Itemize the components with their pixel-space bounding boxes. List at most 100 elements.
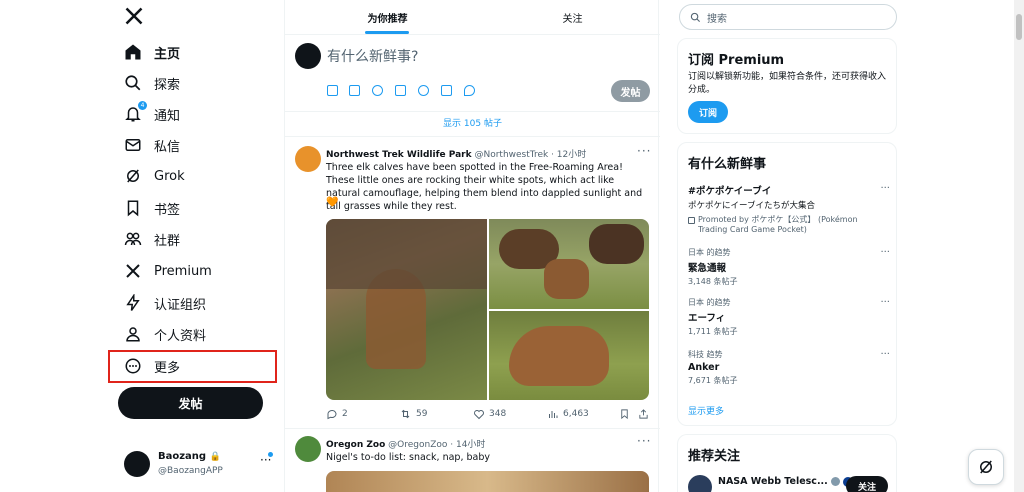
trend-count: 1,711 条帖子 <box>688 327 738 336</box>
tweet-photo[interactable] <box>326 471 649 492</box>
retweet-action[interactable]: 59 <box>399 408 427 420</box>
x-logo-icon[interactable] <box>124 6 146 28</box>
more-dots-icon[interactable]: ··· <box>880 247 890 258</box>
sidebar-item-communities[interactable]: 社群 <box>124 225 180 253</box>
premium-desc: 订阅以解锁新功能，如果符合条件，还可获得收入分成。 <box>688 72 887 95</box>
sidebar-item-home[interactable]: 主页 <box>124 38 180 66</box>
sidebar-item-label: Grok <box>154 168 185 184</box>
sidebar-item-messages[interactable]: 私信 <box>124 131 180 159</box>
retweet-icon <box>401 409 410 419</box>
views-action[interactable]: 6,463 <box>547 408 589 420</box>
trends-show-more[interactable]: 显示更多 <box>688 404 724 417</box>
grok-icon <box>980 460 992 474</box>
sidebar-item-notifications[interactable]: 4 通知 <box>124 100 180 128</box>
gif-icon[interactable] <box>349 85 360 96</box>
tweet-time[interactable]: · 12小时 <box>551 150 586 160</box>
tweet-photo-elk-calf[interactable] <box>326 219 487 400</box>
trends-card: 有什么新鲜事 #ポケポケイーブイ ポケポケにイーブイたちが大集合 Promote… <box>677 142 897 426</box>
tweet-author[interactable]: Oregon Zoo <box>326 440 385 450</box>
avatar <box>124 451 150 477</box>
sidebar-item-premium[interactable]: Premium <box>124 257 212 285</box>
premium-card: 订阅 Premium 订阅以解锁新功能，如果符合条件，还可获得收入分成。 订阅 <box>677 38 897 134</box>
search-input[interactable]: 搜索 <box>679 4 897 30</box>
sidebar-item-verified-orgs[interactable]: 认证组织 <box>124 289 206 317</box>
bookmark-action[interactable] <box>619 408 630 420</box>
like-action[interactable]: 348 <box>473 408 506 420</box>
trend-item[interactable]: 日本 的趋势 エーフィ 1,711 条帖子 ··· <box>688 297 890 337</box>
tweet-handle[interactable]: @OregonZoo <box>388 440 447 450</box>
post-button[interactable]: 发帖 <box>118 387 263 419</box>
tweet-photo-elk-pair[interactable] <box>489 219 649 309</box>
divider <box>285 34 660 35</box>
sidebar-item-label: Premium <box>154 263 212 279</box>
subscribe-button[interactable]: 订阅 <box>688 101 728 123</box>
follow-suggestion-name[interactable]: NASA Webb Telesc... <box>718 476 828 487</box>
tweet-photo-calf-resting[interactable] <box>489 311 649 400</box>
scrollbar-thumb[interactable] <box>1016 14 1022 40</box>
avatar[interactable] <box>295 43 321 69</box>
avatar[interactable] <box>295 146 321 172</box>
search-placeholder: 搜索 <box>707 13 727 25</box>
more-dots-icon[interactable]: ··· <box>880 297 890 308</box>
more-dots-icon[interactable]: ··· <box>637 144 651 158</box>
trend-name: 緊急通報 <box>688 263 727 274</box>
grok-icon <box>124 167 142 185</box>
scrollbar[interactable] <box>1014 0 1024 492</box>
trend-item[interactable]: 科技 趋势 Anker 7,671 条帖子 ··· <box>688 349 890 386</box>
avatar[interactable] <box>688 475 712 492</box>
lightning-icon <box>124 294 142 312</box>
grok-float-button[interactable] <box>968 449 1004 485</box>
orange-heart-emoji: 🧡 <box>326 197 339 208</box>
sidebar-item-bookmarks[interactable]: 书签 <box>124 194 180 222</box>
compose-post-button[interactable]: 发帖 <box>611 80 650 102</box>
sidebar-item-label: 通知 <box>154 108 181 124</box>
trend-hashtag: #ポケポケイーブイ <box>688 186 772 197</box>
x-icon <box>124 262 142 280</box>
sidebar-item-explore[interactable]: 探索 <box>124 69 180 97</box>
promoted-icon <box>688 217 695 224</box>
account-switcher[interactable]: Baozang 🔒 @BaozangAPP ··· <box>124 449 284 481</box>
follow-button[interactable]: 关注 <box>846 476 888 492</box>
avatar[interactable] <box>295 436 321 462</box>
divider <box>285 136 660 137</box>
poll-icon[interactable] <box>395 85 406 96</box>
trend-count: 3,148 条帖子 <box>688 277 738 286</box>
sidebar-item-label: 个人资料 <box>154 328 207 344</box>
more-dots-icon[interactable]: ··· <box>880 349 890 360</box>
right-sidebar: 搜索 订阅 Premium 订阅以解锁新功能，如果符合条件，还可获得收入分成。 … <box>659 0 1024 492</box>
person-icon <box>124 325 142 343</box>
compose-input[interactable]: 有什么新鲜事? <box>327 46 418 66</box>
schedule-icon[interactable] <box>441 85 452 96</box>
more-dots-icon[interactable]: ··· <box>880 183 890 194</box>
tweet-handle[interactable]: @NorthwestTrek <box>474 150 548 160</box>
reply-action[interactable]: 2 <box>326 408 348 420</box>
trend-item[interactable]: #ポケポケイーブイ ポケポケにイーブイたちが大集合 Promoted by ポケ… <box>688 183 890 235</box>
tab-following[interactable]: 关注 <box>510 0 635 34</box>
lock-icon: 🔒 <box>209 452 221 462</box>
more-dots-icon[interactable]: ··· <box>637 434 651 448</box>
sidebar-item-grok[interactable]: Grok <box>124 162 185 190</box>
tweet-text: Three elk calves have been spotted in th… <box>326 162 643 212</box>
show-new-posts[interactable]: 显示 105 帖子 <box>285 112 660 136</box>
share-action[interactable] <box>638 408 649 420</box>
envelope-icon <box>124 136 142 154</box>
trend-item[interactable]: 日本 的趋势 緊急通報 3,148 条帖子 ··· <box>688 247 890 287</box>
like-count: 348 <box>489 409 507 419</box>
location-icon[interactable] <box>464 85 475 96</box>
grok-icon[interactable] <box>372 85 383 96</box>
emoji-icon[interactable] <box>418 85 429 96</box>
highlight-box <box>108 350 277 383</box>
tab-for-you[interactable]: 为你推荐 <box>325 0 450 34</box>
trend-meta: 日本 的趋势 <box>688 298 731 307</box>
tweet-author[interactable]: Northwest Trek Wildlife Park <box>326 150 472 160</box>
image-icon[interactable] <box>327 85 338 96</box>
tweet-header: Northwest Trek Wildlife Park @NorthwestT… <box>326 147 586 160</box>
trend-name: エーフィ <box>688 313 726 324</box>
share-icon <box>639 409 648 419</box>
tweet-text: Nigel's to-do list: snack, nap, baby <box>326 452 490 463</box>
tweet-time[interactable]: · 14小时 <box>450 440 485 450</box>
bell-icon: 4 <box>124 101 147 123</box>
sidebar-item-profile[interactable]: 个人资料 <box>124 320 206 348</box>
promoted-label: Promoted by ポケポケ【公式】 (Pokémon Trading Ca… <box>698 215 858 234</box>
sidebar-item-label: 社群 <box>154 233 181 249</box>
